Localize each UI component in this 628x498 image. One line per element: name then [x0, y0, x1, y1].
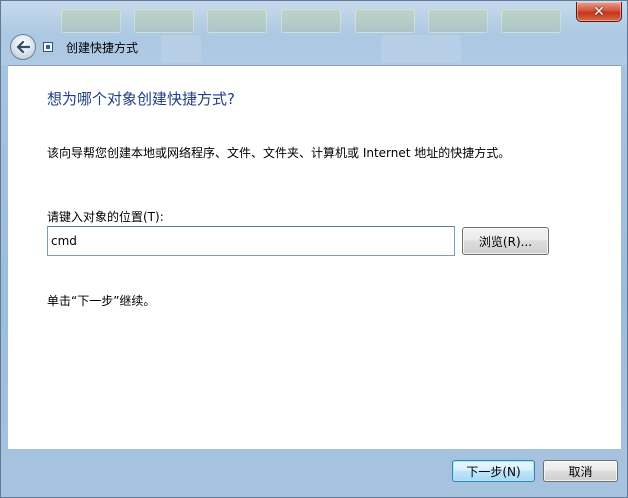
background-ghost-item: [381, 35, 461, 63]
create-shortcut-window: ✕ 创建快捷方式 想为哪个对象创建快捷方式? 该向导帮您创建本地或网络程序、文件…: [0, 0, 628, 498]
location-input[interactable]: [47, 226, 455, 256]
shortcut-wizard-icon: [43, 42, 53, 52]
page-heading: 想为哪个对象创建快捷方式?: [47, 90, 235, 108]
next-button[interactable]: 下一步(N): [452, 460, 535, 482]
back-arrow-icon: [16, 41, 30, 53]
back-button[interactable]: [10, 34, 36, 60]
wizard-content-panel: 想为哪个对象创建快捷方式? 该向导帮您创建本地或网络程序、文件、文件夹、计算机或…: [8, 65, 621, 449]
wizard-title: 创建快捷方式: [66, 41, 139, 55]
next-step-hint: 单击“下一步”继续。: [47, 294, 156, 308]
cancel-button[interactable]: 取消: [543, 460, 618, 482]
background-ghost-item: [428, 9, 488, 33]
background-ghost-item: [61, 9, 121, 33]
browse-button[interactable]: 浏览(R)...: [462, 227, 549, 255]
wizard-description: 该向导帮您创建本地或网络程序、文件、文件夹、计算机或 Internet 地址的快…: [47, 146, 511, 160]
close-icon: ✕: [593, 3, 605, 20]
background-ghost-item: [207, 9, 267, 33]
location-label: 请键入对象的位置(T):: [47, 210, 164, 224]
close-button[interactable]: ✕: [576, 2, 622, 22]
background-ghost-item: [281, 9, 341, 33]
background-ghost-item: [161, 35, 201, 63]
background-ghost-item: [355, 9, 415, 33]
background-ghost-item: [501, 9, 561, 33]
background-ghost-item: [134, 9, 194, 33]
